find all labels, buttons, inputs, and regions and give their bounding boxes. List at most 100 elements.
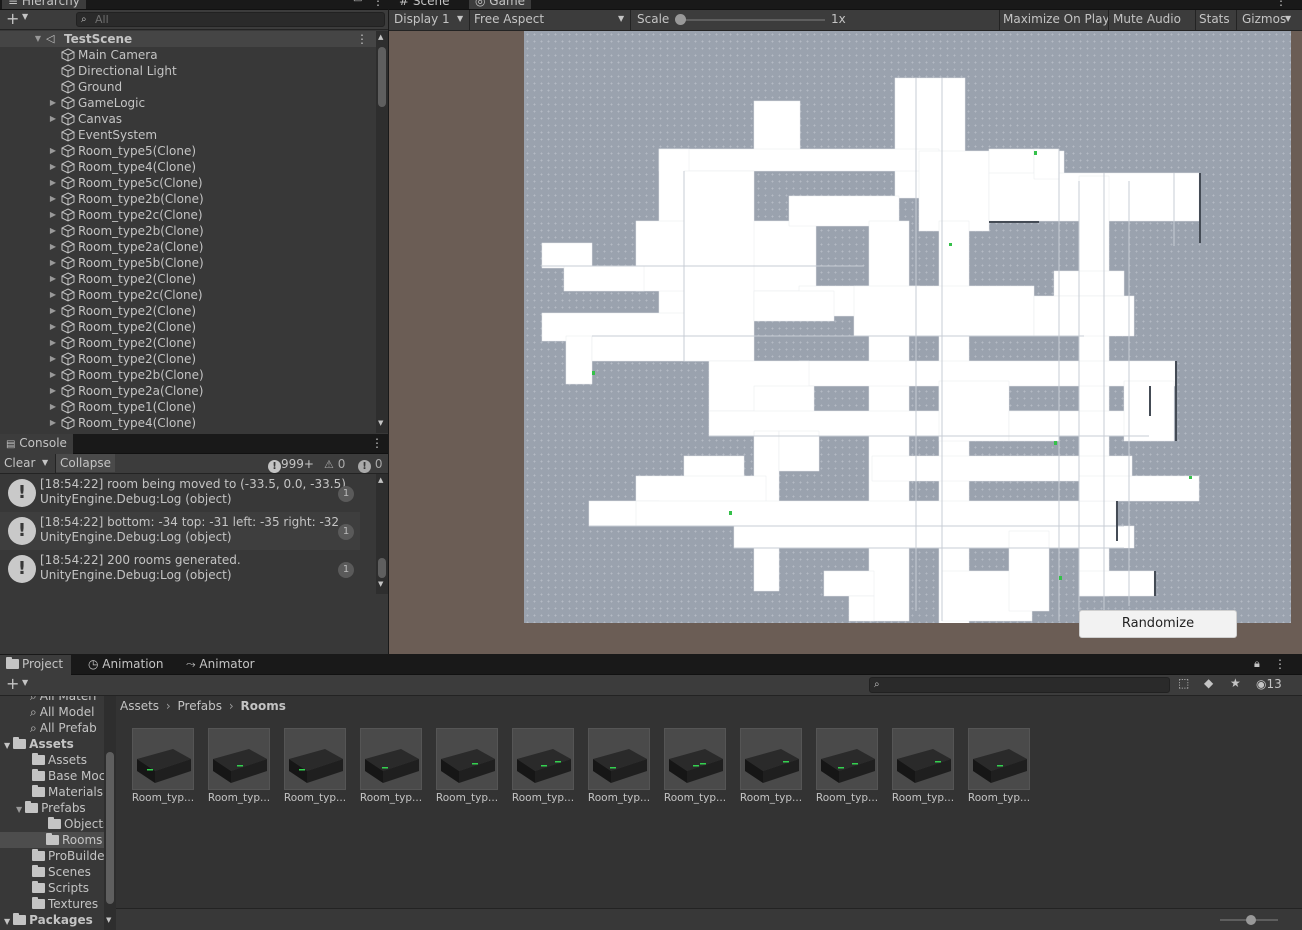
chevron-right-icon[interactable]: ▶: [48, 111, 58, 127]
project-tree-item[interactable]: Assets: [16, 752, 104, 768]
project-tree-item[interactable]: ▼ Assets: [4, 736, 104, 752]
scroll-up-icon[interactable]: ▲: [378, 476, 383, 484]
console-log-entry[interactable]: ! [18:54:22] 200 rooms generated. UnityEng…: [0, 550, 360, 588]
prefab-asset[interactable]: Room_typ...: [132, 728, 194, 808]
tab-scene[interactable]: # Scene: [393, 0, 455, 9]
hierarchy-item[interactable]: ▶ Room_type2(Clone): [0, 319, 360, 335]
hidden-packages-toggle[interactable]: ◉13: [1256, 677, 1282, 691]
chevron-right-icon[interactable]: ▶: [48, 383, 58, 399]
search-input[interactable]: ⌕ All: [76, 12, 385, 27]
scale-slider-handle[interactable]: [675, 14, 686, 25]
prefab-asset[interactable]: Room_typ...: [892, 728, 954, 808]
hierarchy-item[interactable]: ▶ Canvas: [0, 111, 360, 127]
project-tree-item[interactable]: ⌕ All Materi: [16, 696, 104, 704]
chevron-down-icon[interactable]: ▼: [4, 741, 10, 750]
prefab-asset[interactable]: Room_typ...: [740, 728, 802, 808]
prefab-asset[interactable]: Room_typ...: [512, 728, 574, 808]
hierarchy-scrollbar[interactable]: ▲ ▼: [376, 31, 388, 433]
project-tree-scrollbar[interactable]: ▼: [104, 696, 116, 930]
hierarchy-item[interactable]: ▶ Room_type4(Clone): [0, 415, 360, 431]
chevron-right-icon[interactable]: ▶: [48, 303, 58, 319]
project-tree-item[interactable]: Materials: [16, 784, 104, 800]
plus-icon[interactable]: +: [6, 675, 19, 693]
scene-row[interactable]: ▼ ◁ TestScene ⋮: [0, 31, 376, 47]
stats-toggle[interactable]: Stats: [1199, 10, 1230, 28]
tag-icon[interactable]: ◆: [1204, 676, 1213, 690]
hierarchy-item[interactable]: ▶ Room_type2c(Clone): [0, 287, 360, 303]
hierarchy-item[interactable]: ▶ Room_type5(Clone): [0, 143, 360, 159]
chevron-down-icon[interactable]: ▼: [33, 31, 43, 47]
chevron-right-icon[interactable]: ▶: [48, 335, 58, 351]
prefab-asset[interactable]: Room_typ...: [360, 728, 422, 808]
star-icon[interactable]: ★: [1230, 676, 1241, 690]
chevron-right-icon[interactable]: ▶: [48, 191, 58, 207]
scroll-thumb[interactable]: [106, 752, 114, 904]
hierarchy-item[interactable]: ▶ Room_type2b(Clone): [0, 191, 360, 207]
chevron-right-icon[interactable]: ▶: [48, 143, 58, 159]
chevron-right-icon[interactable]: ▶: [48, 415, 58, 431]
console-log-entry[interactable]: ! [18:54:22] bottom: -34 top: -31 left: -…: [0, 512, 360, 550]
kebab-menu-icon[interactable]: ⋮: [372, 0, 384, 8]
hierarchy-item[interactable]: ▶ Room_type1(Clone): [0, 399, 360, 415]
chevron-down-icon[interactable]: ▼: [22, 12, 28, 21]
chevron-right-icon[interactable]: ▶: [48, 159, 58, 175]
chevron-right-icon[interactable]: ▶: [48, 175, 58, 191]
hierarchy-item[interactable]: EventSystem: [0, 127, 360, 143]
tab-animator[interactable]: ⤳ Animator: [180, 655, 261, 675]
hierarchy-item[interactable]: Directional Light: [0, 63, 360, 79]
hierarchy-item[interactable]: ▶ Room_type2b(Clone): [0, 367, 360, 383]
warning-count-toggle[interactable]: ⚠ 0: [324, 456, 345, 472]
lock-icon[interactable]: 🔒︎: [1254, 657, 1260, 671]
breadcrumb-item[interactable]: Rooms: [240, 699, 285, 713]
scroll-up-icon[interactable]: ▲: [378, 33, 383, 41]
breadcrumb-item[interactable]: Prefabs: [178, 699, 223, 713]
aspect-dropdown[interactable]: Free Aspect: [474, 10, 544, 28]
kebab-menu-icon[interactable]: ⋮: [1274, 657, 1286, 671]
project-tree-item[interactable]: Scripts: [16, 880, 104, 896]
clear-button[interactable]: Clear: [4, 454, 35, 472]
project-tree-item[interactable]: ▼ Prefabs: [16, 800, 104, 816]
chevron-down-icon[interactable]: ▼: [1285, 10, 1291, 28]
icon-size-slider-handle[interactable]: [1246, 915, 1256, 925]
plus-icon[interactable]: +: [6, 10, 19, 28]
error-count-toggle[interactable]: ! 0: [358, 456, 382, 473]
chevron-right-icon[interactable]: ▶: [48, 271, 58, 287]
prefab-asset[interactable]: Room_typ...: [968, 728, 1030, 808]
scroll-down-icon[interactable]: ▼: [106, 916, 111, 924]
prefab-asset[interactable]: Room_typ...: [816, 728, 878, 808]
chevron-right-icon[interactable]: ▶: [48, 367, 58, 383]
breadcrumb-item[interactable]: Assets: [120, 699, 159, 713]
chevron-right-icon[interactable]: ▶: [48, 95, 58, 111]
prefab-asset[interactable]: Room_typ...: [436, 728, 498, 808]
gizmos-toggle[interactable]: Gizmos: [1242, 10, 1286, 28]
prefab-asset[interactable]: Room_typ...: [664, 728, 726, 808]
tab-game[interactable]: ◎ Game: [469, 0, 532, 9]
project-tree-item[interactable]: ProBuilde: [16, 848, 104, 864]
hierarchy-item[interactable]: Main Camera: [0, 47, 360, 63]
console-scrollbar[interactable]: ▲ ▼: [376, 474, 388, 594]
chevron-right-icon[interactable]: ▶: [48, 239, 58, 255]
display-dropdown[interactable]: Display 1: [394, 10, 450, 28]
scroll-thumb[interactable]: [378, 558, 386, 578]
scroll-thumb[interactable]: [378, 47, 386, 107]
hierarchy-item[interactable]: ▶ Room_type2(Clone): [0, 303, 360, 319]
console-log-entry[interactable]: ! [18:54:22] room being moved to (-33.5, …: [0, 474, 360, 512]
project-tree-item[interactable]: Base Moc: [16, 768, 104, 784]
scale-slider-track[interactable]: [681, 19, 825, 21]
chevron-down-icon[interactable]: ▼: [42, 454, 48, 472]
hierarchy-item[interactable]: ▶ Room_type2a(Clone): [0, 383, 360, 399]
project-tree-item[interactable]: Rooms: [0, 832, 104, 848]
chevron-down-icon[interactable]: ▼: [457, 10, 463, 28]
chevron-down-icon[interactable]: ▼: [22, 678, 28, 687]
kebab-menu-icon[interactable]: ⋮: [371, 436, 383, 450]
chevron-right-icon[interactable]: ▶: [48, 319, 58, 335]
project-tree-item[interactable]: ⌕ All Model: [16, 704, 104, 720]
chevron-right-icon[interactable]: ▶: [48, 399, 58, 415]
hierarchy-item[interactable]: ▶ GameLogic: [0, 95, 360, 111]
hierarchy-item[interactable]: ▶ Room_type2(Clone): [0, 271, 360, 287]
chevron-right-icon[interactable]: ▶: [48, 351, 58, 367]
project-tree-item[interactable]: Objects: [32, 816, 104, 832]
hierarchy-item[interactable]: ▶ Room_type2b(Clone): [0, 223, 360, 239]
scroll-down-icon[interactable]: ▼: [378, 419, 383, 427]
hierarchy-item[interactable]: ▶ Room_type2c(Clone): [0, 207, 360, 223]
